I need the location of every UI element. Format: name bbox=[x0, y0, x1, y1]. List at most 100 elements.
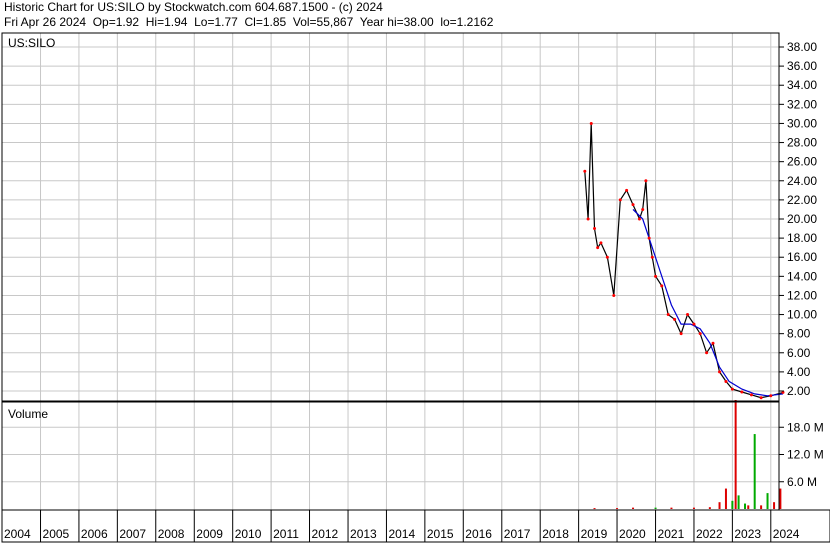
volume-bar bbox=[753, 434, 756, 509]
price-point bbox=[593, 227, 597, 231]
volume-bar bbox=[744, 503, 747, 509]
volume-bar bbox=[779, 488, 782, 509]
year-label: 2022 bbox=[696, 527, 723, 541]
price-tick-label: 14.00 bbox=[787, 269, 817, 283]
year-label: 2019 bbox=[581, 527, 608, 541]
year-label: 2006 bbox=[81, 527, 108, 541]
year-label: 2021 bbox=[658, 527, 685, 541]
price-point bbox=[618, 198, 622, 202]
year-grid bbox=[1, 33, 772, 510]
year-label: 2014 bbox=[388, 527, 415, 541]
price-tick-label: 16.00 bbox=[787, 250, 817, 264]
volume-bar bbox=[708, 507, 711, 509]
price-point bbox=[631, 203, 635, 207]
year-label: 2009 bbox=[196, 527, 223, 541]
year-label: 2012 bbox=[312, 527, 339, 541]
price-point bbox=[599, 241, 603, 245]
price-tick-label: 24.00 bbox=[787, 174, 817, 188]
volume-axis-ticks: 18.0 M 12.0 M 6.0 M bbox=[779, 420, 824, 489]
year-label: 2015 bbox=[427, 527, 454, 541]
price-point bbox=[666, 313, 670, 317]
price-point bbox=[596, 246, 600, 250]
volume-bar bbox=[616, 508, 619, 510]
price-tick-label: 26.00 bbox=[787, 155, 817, 169]
price-tick-label: 18.00 bbox=[787, 231, 817, 245]
price-point bbox=[654, 274, 658, 278]
price-point bbox=[718, 370, 722, 374]
price-tick-label: 8.00 bbox=[787, 327, 811, 341]
price-tick-label: 34.00 bbox=[787, 78, 817, 92]
price-point bbox=[605, 255, 609, 259]
price-point bbox=[692, 322, 696, 326]
year-label: 2018 bbox=[542, 527, 569, 541]
price-line bbox=[584, 123, 784, 399]
price-point bbox=[641, 207, 645, 211]
price-point bbox=[637, 217, 641, 221]
price-tick-label: 12.00 bbox=[787, 288, 817, 302]
price-tick-label: 10.00 bbox=[787, 308, 817, 322]
price-point bbox=[705, 351, 709, 355]
price-point bbox=[740, 390, 744, 394]
volume-bar bbox=[593, 508, 596, 510]
volume-bar bbox=[737, 495, 740, 509]
price-tick-label: 4.00 bbox=[787, 365, 811, 379]
year-label: 2010 bbox=[235, 527, 262, 541]
price-point bbox=[647, 236, 651, 240]
price-point bbox=[749, 393, 753, 397]
volume-bar bbox=[731, 500, 734, 509]
price-point bbox=[660, 284, 664, 288]
volume-tick-label: 6.0 M bbox=[787, 475, 817, 489]
price-tick-label: 28.00 bbox=[787, 136, 817, 150]
volume-tick-label: 18.0 M bbox=[787, 420, 824, 434]
price-tick-label: 30.00 bbox=[787, 116, 817, 130]
year-label: 2016 bbox=[465, 527, 492, 541]
volume-bar bbox=[766, 493, 769, 509]
price-point bbox=[711, 341, 715, 345]
price-point bbox=[583, 169, 587, 173]
price-point bbox=[644, 179, 648, 183]
price-tick-label: 2.00 bbox=[787, 384, 811, 398]
volume-bar bbox=[718, 502, 721, 509]
price-point bbox=[586, 217, 590, 221]
stock-chart: 38.00 36.00 34.00 32.00 30.00 28.00 26.00 24.00… bbox=[1, 32, 830, 543]
price-point bbox=[759, 396, 763, 400]
price-axis-ticks: 38.00 36.00 34.00 32.00 30.00 28.00 26.00 24.00… bbox=[779, 40, 817, 398]
year-label: 2007 bbox=[119, 527, 146, 541]
volume-bar bbox=[724, 488, 727, 509]
price-tick-label: 20.00 bbox=[787, 212, 817, 226]
year-label: 2011 bbox=[273, 527, 299, 541]
volume-bar bbox=[670, 507, 673, 509]
volume-bar bbox=[692, 507, 695, 509]
volume-label: Volume bbox=[8, 407, 48, 421]
volume-bar bbox=[747, 505, 750, 509]
symbol-label: US:SILO bbox=[8, 36, 55, 50]
price-point bbox=[769, 394, 773, 398]
volume-panel-frame bbox=[1, 401, 780, 511]
price-tick-label: 32.00 bbox=[787, 97, 817, 111]
volume-grid bbox=[2, 426, 779, 483]
volume-tick-label: 12.0 M bbox=[787, 448, 824, 462]
price-panel-frame bbox=[1, 32, 780, 402]
price-tick-label: 36.00 bbox=[787, 59, 817, 73]
year-label: 2017 bbox=[504, 527, 531, 541]
price-marks bbox=[583, 121, 785, 400]
price-point bbox=[612, 293, 616, 297]
price-point bbox=[730, 387, 734, 391]
price-grid bbox=[2, 46, 779, 392]
price-point bbox=[625, 188, 629, 192]
volume-bar bbox=[654, 507, 657, 509]
price-point bbox=[673, 317, 677, 321]
volume-bar bbox=[632, 507, 635, 509]
volume-bar bbox=[760, 505, 763, 509]
volume-bar bbox=[773, 502, 776, 509]
year-label: 2024 bbox=[773, 527, 800, 541]
year-label: 2020 bbox=[619, 527, 646, 541]
volume-bar bbox=[734, 400, 737, 509]
price-tick-label: 22.00 bbox=[787, 193, 817, 207]
year-label: 2023 bbox=[734, 527, 761, 541]
year-label: 2013 bbox=[350, 527, 377, 541]
year-label: 2005 bbox=[43, 527, 70, 541]
price-tick-label: 38.00 bbox=[787, 40, 817, 54]
price-point bbox=[686, 313, 690, 317]
price-point bbox=[698, 332, 702, 336]
